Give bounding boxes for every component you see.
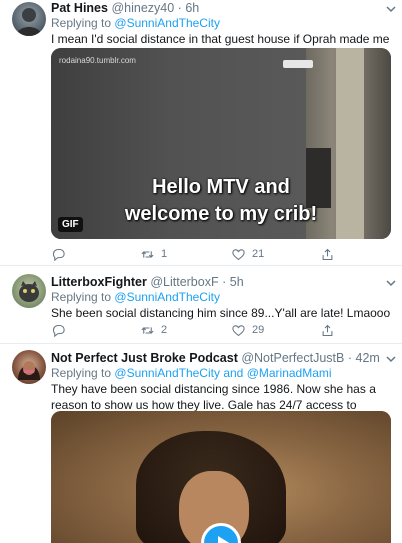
timestamp[interactable]: 42m [356, 351, 380, 365]
chevron-down-icon[interactable] [384, 352, 398, 366]
reply-button[interactable] [51, 321, 72, 339]
reply-context: Replying to @SunniAndTheCity [51, 16, 394, 31]
like-button[interactable]: 21 [231, 245, 264, 263]
avatar-image [19, 281, 39, 302]
share-icon [322, 248, 333, 260]
user-handle[interactable]: @LitterboxF [150, 275, 218, 289]
gif-watermark: rodaina90.tumblr.com [59, 56, 136, 65]
heart-icon [232, 324, 245, 336]
reply-context: Replying to @SunniAndTheCity and @Marina… [51, 366, 394, 381]
gif-background [283, 60, 313, 68]
tweet-text: I mean I'd social distance in that guest… [51, 32, 390, 46]
avatar[interactable] [12, 350, 46, 384]
play-icon [218, 536, 231, 543]
separator-dot: · [347, 351, 353, 365]
user-handle[interactable]: @hinezy40 [111, 1, 174, 15]
gif-badge: GIF [58, 217, 83, 232]
gif-caption-line: welcome to my crib! [124, 203, 318, 225]
avatar-image [18, 361, 40, 380]
like-count: 29 [252, 324, 265, 336]
retweet-icon [141, 250, 154, 258]
avatar[interactable] [12, 2, 46, 36]
like-button[interactable]: 29 [231, 321, 264, 339]
mention-link[interactable]: @SunniAndTheCity [114, 16, 220, 30]
like-count: 21 [252, 248, 265, 260]
tweet[interactable]: LitterboxFighter @LitterboxF · 5h Replyi… [0, 266, 402, 344]
tweet-text: She been social distancing him since 89.… [51, 306, 391, 320]
display-name[interactable]: Not Perfect Just Broke Podcast [51, 351, 238, 365]
avatar[interactable] [12, 274, 46, 308]
avatar-image [16, 8, 42, 36]
chevron-down-icon[interactable] [384, 276, 398, 290]
display-name[interactable]: Pat Hines [51, 1, 108, 15]
share-icon [322, 324, 333, 336]
tweet-header: Pat Hines @hinezy40 · 6h [51, 0, 394, 16]
tweet-header: LitterboxFighter @LitterboxF · 5h [51, 274, 394, 290]
video-media[interactable] [51, 411, 391, 543]
retweet-button[interactable]: 1 [140, 245, 167, 263]
timestamp[interactable]: 6h [185, 1, 199, 15]
retweet-button[interactable]: 2 [140, 321, 167, 339]
reply-icon [52, 324, 65, 337]
reply-icon [52, 248, 65, 261]
reply-button[interactable] [51, 245, 72, 263]
replying-to-label: Replying to [51, 290, 112, 304]
retweet-count: 1 [161, 248, 168, 260]
chevron-down-icon[interactable] [384, 2, 398, 16]
mention-join-text: and [223, 366, 244, 380]
retweet-icon [141, 326, 154, 334]
retweet-count: 2 [161, 324, 168, 336]
replying-to-label: Replying to [51, 366, 112, 380]
gif-media[interactable]: rodaina90.tumblr.com Hello MTV and welco… [51, 48, 391, 239]
heart-icon [232, 248, 245, 260]
user-handle[interactable]: @NotPerfectJustB [241, 351, 344, 365]
gif-caption-line: Hello MTV and [152, 176, 290, 198]
share-button[interactable] [320, 245, 335, 263]
mention-link[interactable]: @SunniAndTheCity [114, 290, 220, 304]
timestamp[interactable]: 5h [230, 275, 244, 289]
separator-dot: · [177, 1, 182, 15]
reply-context: Replying to @SunniAndTheCity [51, 290, 394, 305]
display-name[interactable]: LitterboxFighter [51, 275, 147, 289]
replying-to-label: Replying to [51, 16, 112, 30]
tweet-header: Not Perfect Just Broke Podcast @NotPerfe… [51, 350, 394, 366]
mention-link[interactable]: @SunniAndTheCity [114, 366, 220, 380]
mention-link[interactable]: @MarinadMami [247, 366, 332, 380]
separator-dot: · [222, 275, 227, 289]
share-button[interactable] [320, 321, 335, 339]
tweet[interactable]: Pat Hines @hinezy40 · 6h Replying to @Su… [0, 0, 402, 266]
